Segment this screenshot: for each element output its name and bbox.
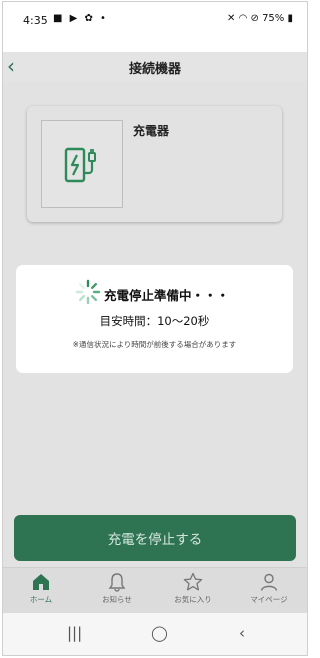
notification-icons: ■ ▶ ✿ • bbox=[53, 13, 108, 24]
tab-mypage[interactable]: マイページ bbox=[239, 572, 299, 605]
battery-level: 75% bbox=[262, 13, 285, 24]
star-icon bbox=[183, 572, 203, 591]
mute-icon: ✕ bbox=[226, 13, 236, 24]
system-nav-bar: ||| ◯ ‹ bbox=[3, 613, 307, 655]
tab-home-label: ホーム bbox=[29, 595, 53, 604]
wifi-icon: ◠ bbox=[238, 13, 248, 24]
status-time: 4:35 bbox=[23, 14, 48, 27]
home-circle-icon[interactable]: ◯ bbox=[151, 624, 168, 642]
tab-notifications-label: お知らせ bbox=[102, 595, 132, 604]
back-icon[interactable]: ‹ bbox=[239, 624, 245, 642]
battery-icon: ▮ bbox=[287, 13, 293, 24]
dialog-note: ※通信状況により時間が前後する場合があります bbox=[72, 340, 237, 349]
charging-stop-dialog: 充電停止準備中・・・ 目安時間：10〜20秒 ※通信状況により時間が前後する場合… bbox=[16, 265, 293, 373]
app-header: ‹ 接続機器 bbox=[3, 52, 307, 82]
status-right: ✕ ◠ ⊘ 75% ▮ bbox=[227, 13, 293, 24]
bottom-tab-bar: ホーム お知らせ お気に入り マイページ bbox=[3, 567, 307, 614]
tab-favorites-label: お気に入り bbox=[174, 595, 212, 604]
tab-notifications[interactable]: お知らせ bbox=[87, 572, 147, 605]
phone-screen: 4:35 ■ ▶ ✿ • ✕ ◠ ⊘ 75% ▮ ‹ 接続機器 充電器 充電停止… bbox=[2, 1, 308, 656]
page-title: 接続機器 bbox=[128, 62, 181, 77]
dialog-estimated-time: 目安時間：10〜20秒 bbox=[99, 314, 210, 328]
dialog-title: 充電停止準備中・・・ bbox=[104, 288, 230, 303]
ev-charger-icon bbox=[64, 147, 96, 183]
dnd-icon: ⊘ bbox=[250, 13, 259, 24]
bell-icon bbox=[108, 573, 126, 592]
recent-apps-icon[interactable]: ||| bbox=[67, 624, 82, 642]
tab-favorites[interactable]: お気に入り bbox=[163, 572, 223, 605]
device-name: 充電器 bbox=[133, 124, 170, 138]
tab-home[interactable]: ホーム bbox=[11, 572, 71, 605]
loading-spinner-icon bbox=[75, 279, 101, 305]
device-thumbnail bbox=[41, 120, 123, 208]
tab-mypage-label: マイページ bbox=[250, 595, 288, 604]
status-bar: 4:35 ■ ▶ ✿ • ✕ ◠ ⊘ 75% ▮ bbox=[3, 2, 307, 52]
home-icon bbox=[33, 574, 49, 590]
user-icon bbox=[260, 573, 278, 591]
stop-charging-button[interactable]: 充電を停止する bbox=[14, 515, 296, 561]
device-card[interactable]: 充電器 bbox=[27, 106, 282, 222]
